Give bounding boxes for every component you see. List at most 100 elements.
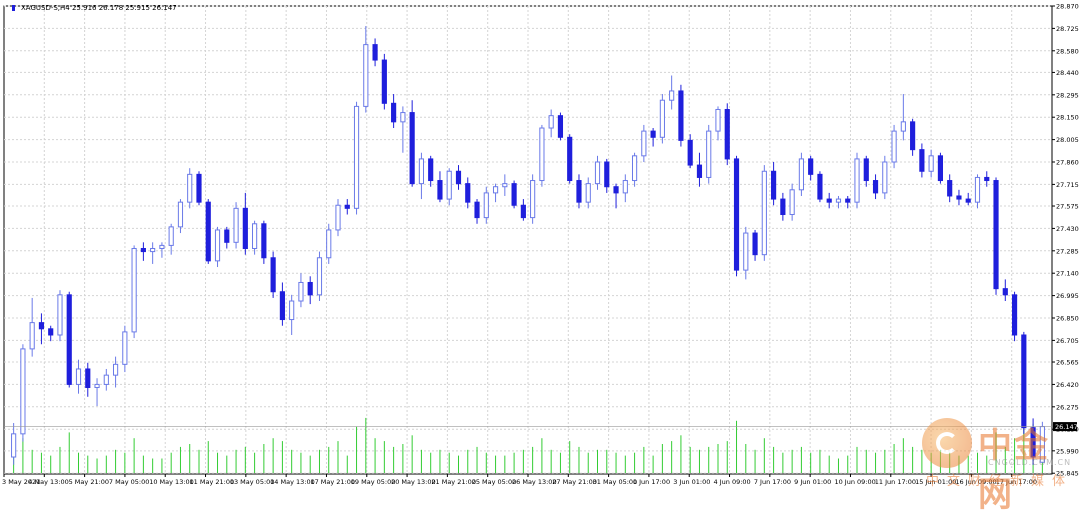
candle-body-bear	[205, 201, 211, 262]
candle-body-bull	[187, 173, 193, 203]
candle-body-bear	[428, 158, 434, 182]
candle-body-bear	[261, 223, 267, 259]
candle-body-bear	[455, 170, 462, 185]
brand-name: 中金网	[978, 426, 1050, 515]
candle-body-bear	[66, 294, 72, 385]
candle-body-bear	[817, 173, 823, 200]
y-tick-label: 26.275	[1056, 403, 1079, 411]
candle-body-bull	[298, 281, 304, 302]
x-tick-label: 4 May 13:00	[28, 478, 68, 486]
brand-watermark: 中金网 CNGOLD.COM.CN 中文财经新媒体	[922, 414, 1080, 515]
y-tick-label: 26.850	[1056, 315, 1079, 323]
candle-body-bear	[984, 176, 990, 182]
chart-area[interactable]: 28.870 28.725 28.580 28.440 28.295 28.150 28.0…	[0, 0, 1080, 516]
candle-body-bull	[252, 223, 258, 249]
candle-body-bull	[761, 170, 767, 256]
candle-body-bull	[316, 257, 323, 296]
candle-body-bull	[103, 374, 109, 385]
candle-body-bear	[845, 198, 851, 203]
candle-body-bull	[122, 331, 128, 365]
candle-body-bear	[733, 158, 740, 271]
candle-body-bear	[409, 112, 415, 185]
candle-body-bull	[539, 127, 545, 182]
candle-body-bear	[650, 130, 656, 138]
x-tick-label: 27 May 21:00	[552, 478, 597, 486]
y-tick-label: 27.430	[1056, 225, 1079, 233]
candle-body-bear	[1002, 288, 1008, 296]
candle-body-bull	[798, 158, 804, 191]
candle-body-bull	[363, 44, 369, 107]
candle-body-bull	[891, 130, 897, 163]
candle-body-bear	[687, 139, 693, 166]
x-tick-label: 4 Jun 09:00	[714, 478, 751, 486]
candle-body-bear	[372, 44, 378, 61]
candle-body-bull	[214, 229, 221, 262]
candle-body-bull	[75, 368, 82, 385]
candle-body-bull	[706, 130, 712, 178]
candle-body-bear	[965, 198, 971, 203]
candle-body-bear	[678, 90, 684, 141]
candle-body-bear	[872, 180, 879, 194]
candle-body-bull	[150, 247, 156, 253]
x-tick-label: 13 May 05:00	[230, 478, 275, 486]
candle-body-bull	[882, 161, 888, 194]
y-tick-label: 28.725	[1056, 25, 1079, 33]
x-tick-label: 11 May 21:00	[190, 478, 235, 486]
candle-body-bull	[743, 232, 749, 271]
y-tick-label: 26.995	[1056, 292, 1079, 300]
candle-body-bear	[557, 115, 564, 138]
candle-body-bear	[567, 136, 573, 182]
candle-body-bear	[381, 59, 387, 104]
candle-body-bull	[669, 90, 675, 101]
price-chart[interactable]: 28.870 28.725 28.580 28.440 28.295 28.150 28.0…	[0, 0, 1080, 491]
y-tick-label: 28.295	[1056, 91, 1079, 99]
x-tick-label: 7 Jun 17:00	[754, 478, 791, 486]
candle-body-bear	[520, 204, 526, 219]
x-tick-label: 3 Jun 01:00	[673, 478, 710, 486]
candle-body-bear	[752, 232, 758, 256]
candle-body-bear	[38, 322, 45, 330]
y-tick-label: 27.860	[1056, 159, 1079, 167]
candle-body-bear	[48, 328, 54, 336]
y-tick-label: 28.870	[1056, 3, 1079, 11]
x-tick-label: 26 May 13:00	[512, 478, 557, 486]
x-tick-label: 31 May 05:00	[593, 478, 638, 486]
y-tick-label: 27.285	[1056, 247, 1079, 255]
y-tick-label: 28.580	[1056, 47, 1079, 55]
symbol-ohlc-text: XAGUSD-S,H4 25.916 26.178 25.915 26.147	[21, 4, 177, 12]
candle-body-bull	[94, 383, 100, 389]
candle-body-bull	[585, 183, 591, 203]
candle-body-bear	[724, 108, 730, 160]
x-tick-label: 25 May 05:00	[472, 478, 517, 486]
candle-body-bull	[400, 112, 406, 123]
candle-body-bull	[418, 158, 425, 185]
x-tick-label: 14 May 13:00	[270, 478, 315, 486]
candle-body-bull	[20, 348, 26, 435]
candle-body-bear	[771, 170, 777, 200]
candle-body-bear	[474, 201, 480, 219]
x-tick-label: 21 May 21:00	[431, 478, 476, 486]
candle-body-bear	[270, 257, 276, 293]
candle-body-bull	[715, 108, 721, 132]
candle-body-bull	[131, 247, 137, 333]
x-tick-label: 17 May 21:00	[310, 478, 355, 486]
candle-body-bull	[974, 176, 981, 203]
candle-body-bull	[233, 207, 239, 243]
candle-body-bull	[177, 201, 184, 228]
y-tick-label: 28.005	[1056, 136, 1079, 144]
candle-body-bear	[1011, 294, 1018, 336]
y-tick-label: 28.440	[1056, 69, 1079, 77]
candle-body-bull	[29, 322, 35, 350]
candle-body-bear	[947, 180, 953, 197]
candle-body-bull	[289, 300, 295, 321]
y-tick-label: 27.715	[1056, 181, 1079, 189]
y-tick-label: 26.420	[1056, 381, 1079, 389]
y-tick-label: 26.705	[1056, 337, 1079, 345]
x-tick-label: 19 May 05:00	[351, 478, 396, 486]
candle-body-bear	[826, 198, 832, 203]
candle-body-bull	[530, 180, 536, 219]
candle-body-bull	[57, 294, 63, 336]
brand-logo-icon	[922, 418, 972, 468]
brand-url: CNGOLD.COM.CN	[988, 458, 1072, 467]
y-tick-label: 27.575	[1056, 203, 1079, 211]
